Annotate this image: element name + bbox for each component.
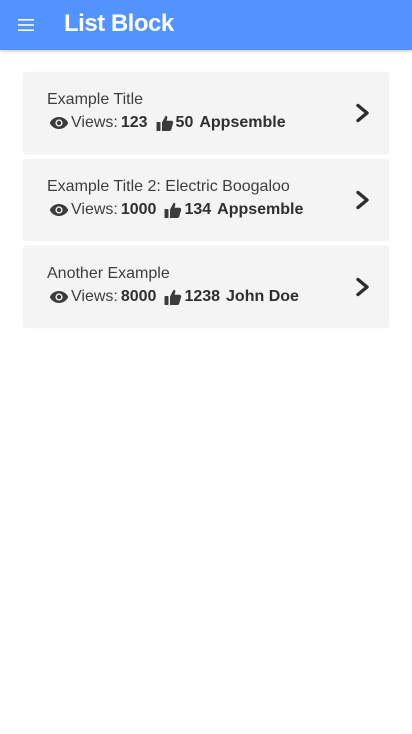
thumbs-up-icon [164,201,182,219]
item-meta: Views: 123 50 Appsemble [49,112,286,134]
author-name: Appsemble [217,201,304,218]
views-count: 123 [120,114,148,131]
item-meta: Views: 1000 134 Appsemble [49,199,303,221]
list-block: Example Title Views: 123 50 Appsemble Ex… [23,72,389,333]
chevron-right-icon [355,190,371,210]
item-title: Example Title 2: Electric Boogaloo [47,178,290,195]
menu-button[interactable] [8,7,44,43]
item-title: Another Example [47,265,170,282]
list-item[interactable]: Another Example Views: 8000 1238 John Do… [23,246,389,328]
item-meta: Views: 8000 1238 John Doe [49,286,299,308]
views-label: Views: [71,114,118,131]
author-name: John Doe [226,288,299,305]
chevron-right-icon [355,277,371,297]
app-bar: List Block [0,0,412,50]
eye-icon [49,290,69,304]
list-item[interactable]: Example Title 2: Electric Boogaloo Views… [23,159,389,241]
views-label: Views: [71,201,118,218]
eye-icon [49,203,69,217]
eye-icon [49,116,69,130]
item-title: Example Title [47,91,144,108]
likes-count: 1238 [184,288,221,305]
thumbs-up-icon [156,114,174,132]
likes-count: 134 [184,201,212,218]
chevron-right-icon [355,103,371,123]
thumbs-up-icon [164,288,182,306]
likes-count: 50 [175,114,194,131]
list-item[interactable]: Example Title Views: 123 50 Appsemble [23,72,389,154]
author-name: Appsemble [199,114,286,131]
hamburger-menu-icon [18,19,34,31]
views-count: 8000 [120,288,157,305]
views-label: Views: [71,288,118,305]
views-count: 1000 [120,201,157,218]
page-title: List Block [64,10,174,37]
